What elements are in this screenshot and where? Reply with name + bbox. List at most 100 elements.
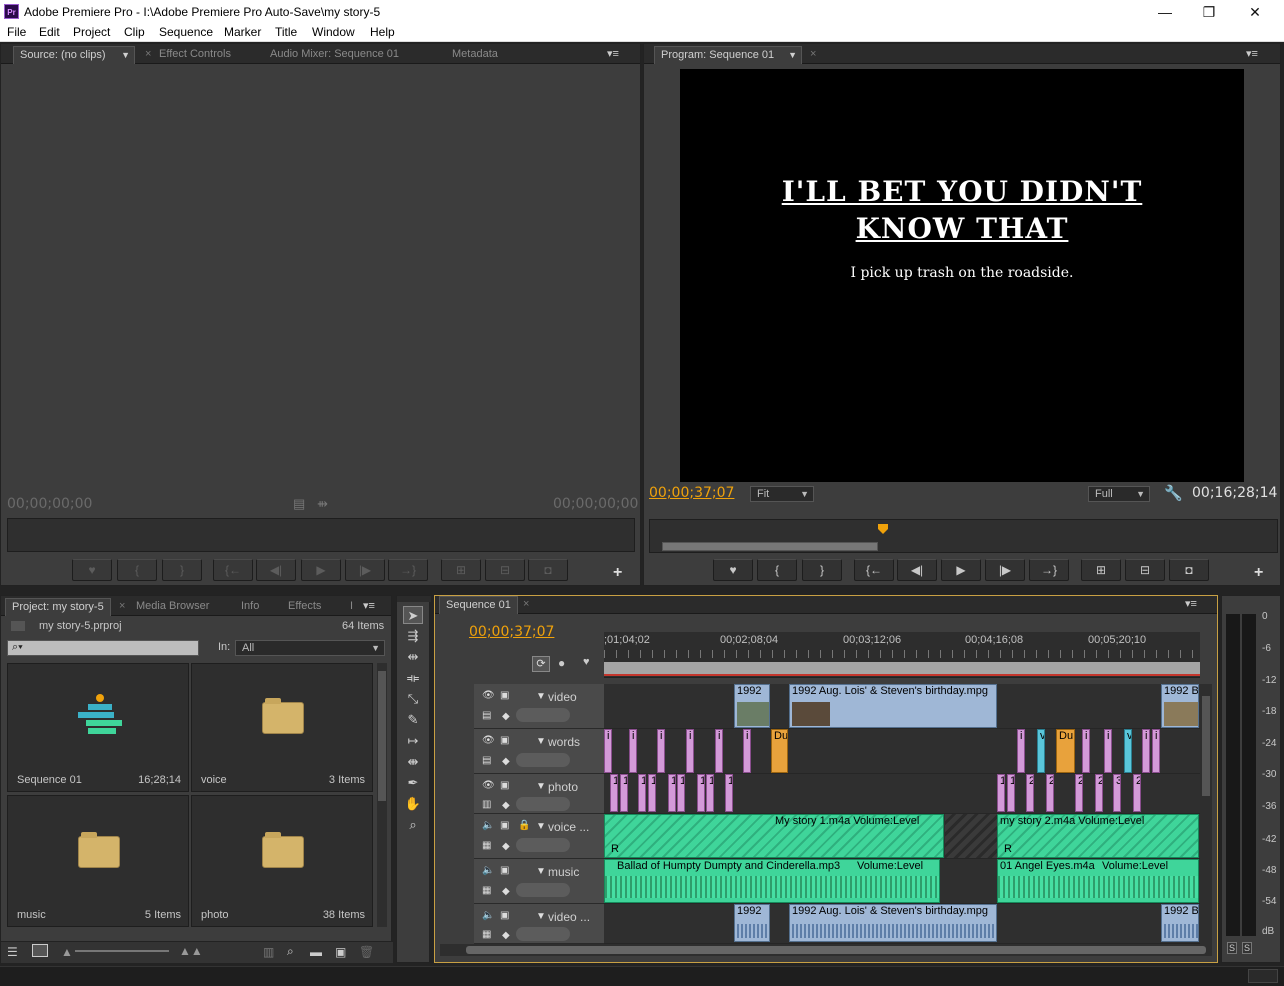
film-icon[interactable]: ▣: [500, 735, 509, 746]
find-icon[interactable]: ⌕: [287, 944, 294, 959]
audio-clip[interactable]: 1992 B: [1161, 904, 1199, 942]
audio-clip[interactable]: Ballad of Humpty Dumpty and Cinderella.m…: [604, 859, 940, 903]
film-icon[interactable]: ▣: [500, 820, 509, 831]
add-button[interactable]: +: [613, 564, 622, 582]
step-back-button[interactable]: ◀|: [897, 559, 937, 581]
trash-icon[interactable]: 🗑: [359, 945, 374, 959]
automate-icon[interactable]: ▥: [263, 945, 274, 959]
track-select-tool-icon[interactable]: ⇶: [403, 627, 423, 645]
add-marker-button[interactable]: ♥: [72, 559, 112, 581]
title-clip[interactable]: Du: [771, 729, 788, 773]
minimize-button[interactable]: —: [1150, 2, 1180, 22]
keyframe-icon[interactable]: ◆: [502, 711, 510, 722]
close-icon[interactable]: ×: [113, 598, 131, 616]
mark-out-button[interactable]: }: [802, 559, 842, 581]
keyframe-nav[interactable]: [516, 927, 570, 941]
project-item-sequence[interactable]: Sequence 01 16;28;14: [7, 663, 189, 792]
display-style-icon[interactable]: ▤: [482, 710, 491, 721]
go-to-out-button[interactable]: →}: [1029, 559, 1069, 581]
keyframe-icon[interactable]: ◆: [502, 930, 510, 941]
step-forward-button[interactable]: |▶: [345, 559, 385, 581]
tab-metadata[interactable]: Metadata: [446, 46, 504, 64]
eye-icon[interactable]: 👁: [482, 735, 495, 746]
go-to-in-button[interactable]: {←: [854, 559, 894, 581]
title-clip[interactable]: i: [715, 729, 723, 773]
selection-tool-icon[interactable]: ➤: [403, 606, 423, 624]
add-marker-icon[interactable]: ♥: [583, 656, 590, 668]
photo-clip[interactable]: 1: [677, 774, 685, 812]
menu-window[interactable]: Window: [312, 25, 355, 39]
tab-sequence[interactable]: Sequence 01: [439, 596, 518, 614]
title-clip[interactable]: i: [629, 729, 637, 773]
mark-out-button[interactable]: }: [162, 559, 202, 581]
export-frame-button[interactable]: ◘: [1169, 559, 1209, 581]
project-scrollbar[interactable]: [377, 663, 387, 927]
title-clip[interactable]: v: [1124, 729, 1132, 773]
photo-clip[interactable]: 1: [620, 774, 628, 812]
photo-clip[interactable]: 1: [706, 774, 714, 812]
audio-clip[interactable]: 01 Angel Eyes.m4a Volume:Level: [997, 859, 1199, 903]
collapse-triangle-icon[interactable]: ▼: [536, 821, 546, 832]
menu-edit[interactable]: Edit: [39, 25, 60, 39]
keyframe-icon[interactable]: ◆: [502, 886, 510, 897]
photo-clip[interactable]: 1: [668, 774, 676, 812]
settings-wrench-icon[interactable]: 🔧: [1164, 484, 1183, 502]
search-input[interactable]: ⌕▾: [7, 640, 199, 656]
title-clip[interactable]: i: [1142, 729, 1150, 773]
tab-audio-mixer[interactable]: Audio Mixer: Sequence 01: [264, 46, 405, 64]
new-bin-icon[interactable]: ▬: [310, 945, 322, 959]
new-item-icon[interactable]: ▣: [335, 945, 346, 959]
speaker-icon[interactable]: 🔈: [482, 910, 494, 921]
snap-icon[interactable]: ⟳: [532, 656, 550, 672]
lock-icon[interactable]: 🔒: [518, 820, 530, 831]
photo-clip[interactable]: 1: [648, 774, 656, 812]
waveform-icon[interactable]: ▦: [482, 929, 491, 940]
photo-clip[interactable]: 1: [997, 774, 1005, 812]
title-clip[interactable]: v: [1037, 729, 1045, 773]
tab-effect-controls[interactable]: Effect Controls: [153, 46, 237, 64]
drag-video-icon[interactable]: ▤: [293, 496, 305, 512]
ripple-edit-tool-icon[interactable]: ⇹: [403, 648, 423, 666]
export-frame-button[interactable]: ◘: [528, 559, 568, 581]
maximize-button[interactable]: ❐: [1194, 2, 1224, 22]
close-icon[interactable]: ×: [517, 596, 535, 614]
project-item-music[interactable]: music 5 Items: [7, 795, 189, 927]
rolling-edit-tool-icon[interactable]: ⟚: [403, 669, 423, 687]
close-icon[interactable]: ×: [804, 46, 822, 64]
title-clip[interactable]: i: [1082, 729, 1090, 773]
solo-left-button[interactable]: S: [1227, 942, 1237, 954]
photo-clip[interactable]: 2: [1026, 774, 1034, 812]
photo-clip[interactable]: 2: [1046, 774, 1054, 812]
keyframe-icon[interactable]: ◆: [502, 800, 510, 811]
pen-tool-icon[interactable]: ✒: [403, 774, 423, 792]
collapse-triangle-icon[interactable]: ▼: [536, 866, 546, 877]
photo-clip[interactable]: 3: [1113, 774, 1121, 812]
waveform-icon[interactable]: ▦: [482, 885, 491, 896]
menu-help[interactable]: Help: [370, 25, 395, 39]
title-clip[interactable]: i: [657, 729, 665, 773]
title-clip[interactable]: i: [743, 729, 751, 773]
timeline-timecode[interactable]: 00;00;37;07: [469, 624, 554, 640]
title-clip[interactable]: Du: [1056, 729, 1075, 773]
collapse-triangle-icon[interactable]: ▼: [536, 736, 546, 747]
zoom-tool-icon[interactable]: ⌕: [403, 816, 423, 834]
solo-right-button[interactable]: S: [1242, 942, 1252, 954]
tab-program[interactable]: Program: Sequence 01 ▼: [654, 46, 802, 64]
mark-in-button[interactable]: {: [117, 559, 157, 581]
panel-menu-icon[interactable]: ▾≡: [1179, 596, 1203, 614]
zoom-select[interactable]: Fit ▼: [750, 486, 814, 502]
mark-in-button[interactable]: {: [757, 559, 797, 581]
extract-button[interactable]: ⊟: [1125, 559, 1165, 581]
tab-info[interactable]: Info: [235, 598, 265, 616]
photo-clip[interactable]: 2: [1075, 774, 1083, 812]
zoom-out-icon[interactable]: ▲: [61, 945, 73, 959]
keyframe-nav[interactable]: [516, 883, 570, 897]
collapse-triangle-icon[interactable]: ▼: [536, 691, 546, 702]
tab-project[interactable]: Project: my story-5: [5, 598, 111, 616]
keyframe-icon[interactable]: ◆: [502, 841, 510, 852]
play-button[interactable]: ▶: [941, 559, 981, 581]
film-icon[interactable]: ▣: [500, 690, 509, 701]
menu-title[interactable]: Title: [275, 25, 297, 39]
title-clip[interactable]: i: [1017, 729, 1025, 773]
menu-marker[interactable]: Marker: [224, 25, 261, 39]
